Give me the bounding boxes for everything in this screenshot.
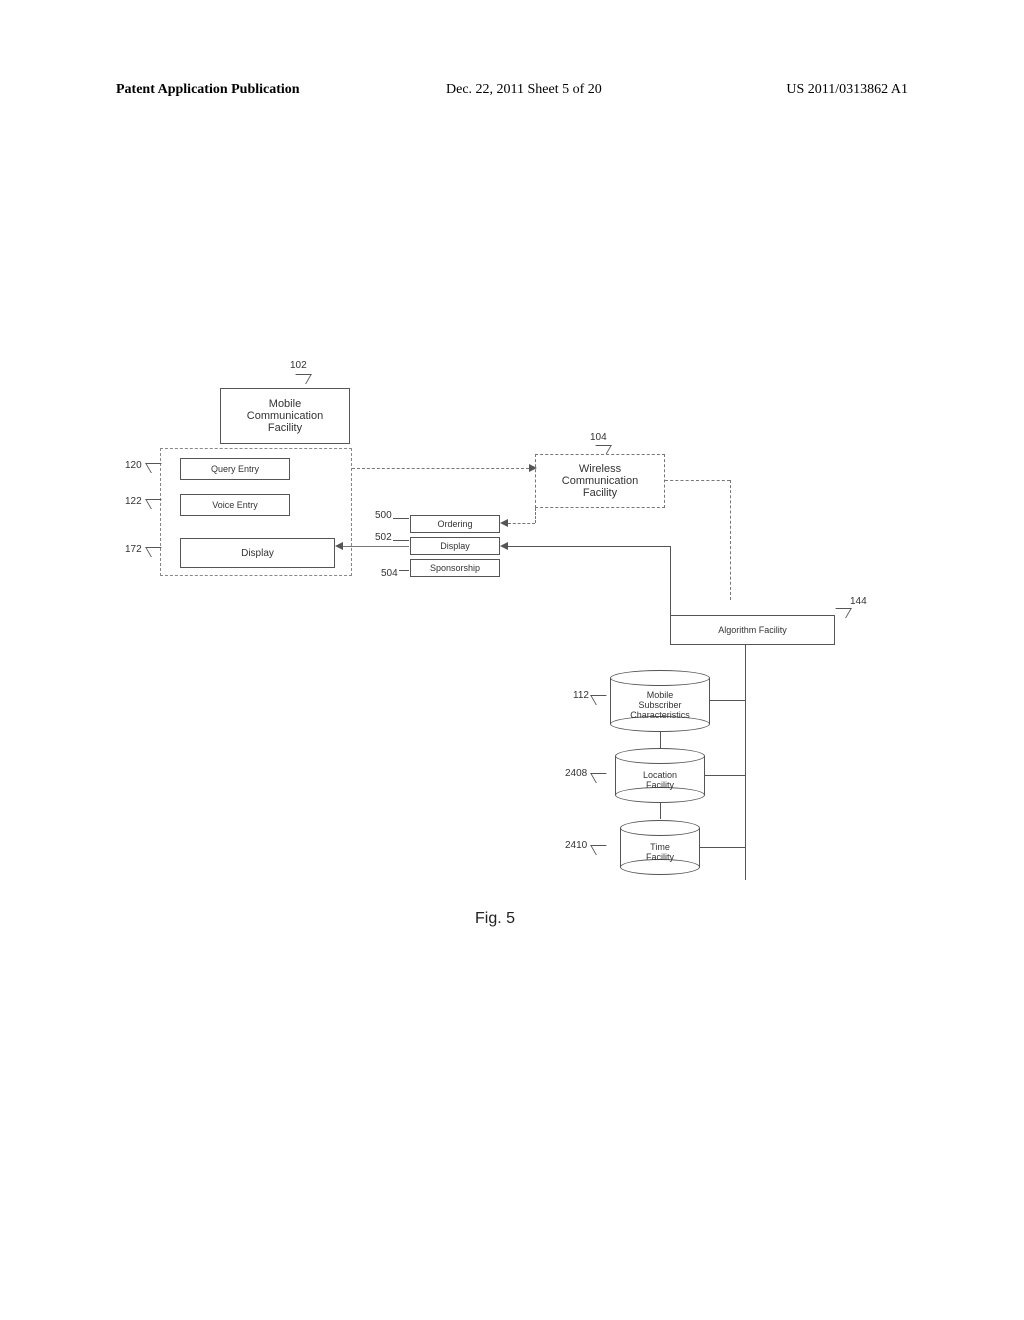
ref-144: 144 bbox=[850, 596, 867, 607]
ref-120: 120 bbox=[125, 460, 142, 471]
connector-line bbox=[700, 847, 745, 848]
mobile-subscriber-characteristics-db: Mobile Subscriber Characteristics bbox=[610, 670, 710, 732]
time-facility-db: Time Facility bbox=[620, 820, 700, 875]
lead-line bbox=[590, 773, 612, 783]
time-label: Time Facility bbox=[620, 836, 700, 867]
lead-line bbox=[290, 374, 312, 384]
header-sheet-info: Dec. 22, 2011 Sheet 5 of 20 bbox=[446, 82, 602, 98]
display-left-box: Display bbox=[180, 538, 335, 568]
ref-172: 172 bbox=[125, 544, 142, 555]
algorithm-facility-box: Algorithm Facility bbox=[670, 615, 835, 645]
arrow-head-icon bbox=[335, 542, 343, 550]
ordering-box: Ordering bbox=[410, 515, 500, 533]
display-mid-box: Display bbox=[410, 537, 500, 555]
ref-500: 500 bbox=[375, 510, 392, 521]
arrow-head-icon bbox=[529, 464, 537, 472]
mobile-communication-facility-box: Mobile Communication Facility bbox=[220, 388, 350, 444]
connector-line bbox=[535, 508, 536, 523]
msc-label: Mobile Subscriber Characteristics bbox=[610, 686, 710, 724]
figure-caption: Fig. 5 bbox=[115, 910, 875, 928]
ref-122: 122 bbox=[125, 496, 142, 507]
arrow-head-icon bbox=[500, 542, 508, 550]
ref-2410: 2410 bbox=[565, 840, 587, 851]
lead-line bbox=[830, 608, 852, 618]
location-label: Location Facility bbox=[615, 764, 705, 795]
ref-104: 104 bbox=[590, 432, 607, 443]
connector-line bbox=[660, 732, 661, 748]
wireless-communication-facility-box: Wireless Communication Facility bbox=[535, 454, 665, 508]
connector-line bbox=[710, 700, 745, 701]
connector-line bbox=[508, 546, 670, 547]
ref-102: 102 bbox=[290, 360, 307, 371]
arrow-head-icon bbox=[500, 519, 508, 527]
ref-502: 502 bbox=[375, 532, 392, 543]
query-entry-box: Query Entry bbox=[180, 458, 290, 480]
page-header: Patent Application Publication Dec. 22, … bbox=[116, 82, 908, 98]
figure-5-diagram: 102 Mobile Communication Facility Query … bbox=[115, 350, 875, 990]
ref-2408: 2408 bbox=[565, 768, 587, 779]
connector-line bbox=[665, 480, 730, 481]
ref-504: 504 bbox=[381, 568, 398, 579]
location-facility-db: Location Facility bbox=[615, 748, 705, 803]
connector-line bbox=[705, 775, 745, 776]
lead-line bbox=[399, 570, 409, 571]
sponsorship-box: Sponsorship bbox=[410, 559, 500, 577]
lead-line bbox=[393, 540, 409, 541]
connector-line bbox=[660, 803, 661, 819]
ref-112: 112 bbox=[573, 690, 589, 701]
header-patent-number: US 2011/0313862 A1 bbox=[786, 82, 908, 98]
connector-line bbox=[670, 546, 671, 615]
header-publication: Patent Application Publication bbox=[116, 82, 300, 98]
arrow-query-to-wireless bbox=[352, 468, 534, 469]
lead-line bbox=[590, 695, 612, 705]
arrow-wireless-to-ordering bbox=[508, 523, 535, 524]
voice-entry-box: Voice Entry bbox=[180, 494, 290, 516]
connector-line bbox=[745, 645, 746, 880]
arrow-displaymid-to-displayleft bbox=[343, 546, 409, 547]
lead-line bbox=[393, 518, 409, 519]
lead-line bbox=[590, 845, 612, 855]
connector-line bbox=[730, 480, 731, 600]
